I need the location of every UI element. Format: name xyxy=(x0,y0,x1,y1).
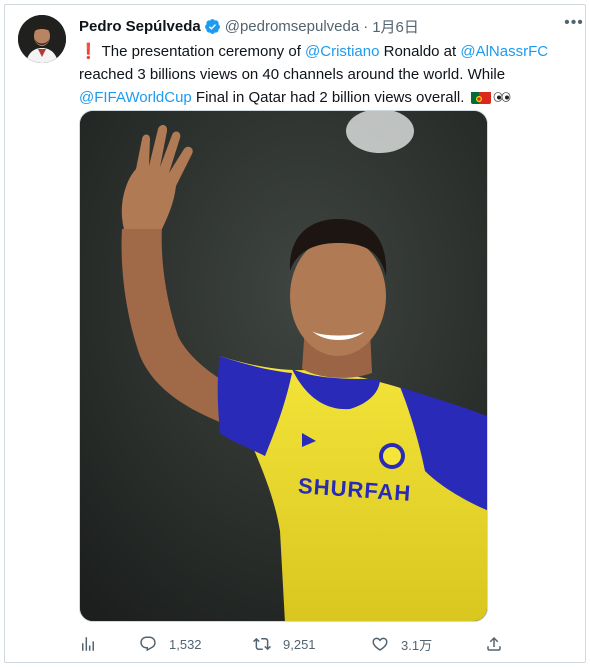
mention-link[interactable]: @FIFAWorldCup xyxy=(79,89,192,106)
like-count: 3.1万 xyxy=(401,637,433,653)
header-separator: · xyxy=(363,17,369,35)
more-options-icon[interactable]: ••• xyxy=(563,14,585,36)
tweet-text-part: Final in Qatar had 2 billion views overa… xyxy=(191,89,469,106)
author-name[interactable]: Pedro Sepúlveda xyxy=(79,18,201,35)
like-button[interactable]: 3.1万 xyxy=(371,631,432,657)
reply-count: 1,532 xyxy=(169,636,202,652)
reply-icon xyxy=(140,636,156,652)
author-handle[interactable]: @pedromsepulveda xyxy=(225,18,359,35)
portugal-flag-icon xyxy=(470,90,491,104)
tweet-actions: 1,532 9,251 3.1万 xyxy=(79,631,519,657)
tweet-date[interactable]: 1月6日 xyxy=(372,16,419,37)
mention-link[interactable]: @AlNassrFC xyxy=(460,43,548,60)
analytics-icon xyxy=(82,637,94,651)
tweet-text: ❗ The presentation ceremony of @Cristian… xyxy=(79,40,549,109)
share-button[interactable] xyxy=(485,631,515,657)
avatar[interactable] xyxy=(18,15,66,63)
retweet-icon xyxy=(253,637,271,651)
verified-badge-icon xyxy=(204,18,220,34)
reply-button[interactable]: 1,532 xyxy=(139,631,202,657)
heart-icon xyxy=(372,637,388,651)
tweet-header: Pedro Sepúlveda @pedromsepulveda · 1月6日 xyxy=(79,16,419,36)
tweet-text-part: The presentation ceremony of xyxy=(97,43,306,60)
retweet-button[interactable]: 9,251 xyxy=(253,631,316,657)
tweet-media-photo[interactable]: SHURFAH xyxy=(79,110,488,622)
retweet-count: 9,251 xyxy=(283,636,316,652)
exclamation-emoji: ❗ xyxy=(79,43,98,60)
avatar-image xyxy=(18,15,66,63)
mention-link[interactable]: @Cristiano xyxy=(305,43,379,60)
tweet-text-part: reached 3 billions views on 40 channels … xyxy=(79,66,506,83)
eyes-emoji-icon xyxy=(493,86,511,102)
share-icon xyxy=(487,636,501,651)
tweet-text-part: Ronaldo at xyxy=(379,43,461,60)
player-photo xyxy=(80,111,487,621)
analytics-button[interactable] xyxy=(79,631,109,657)
